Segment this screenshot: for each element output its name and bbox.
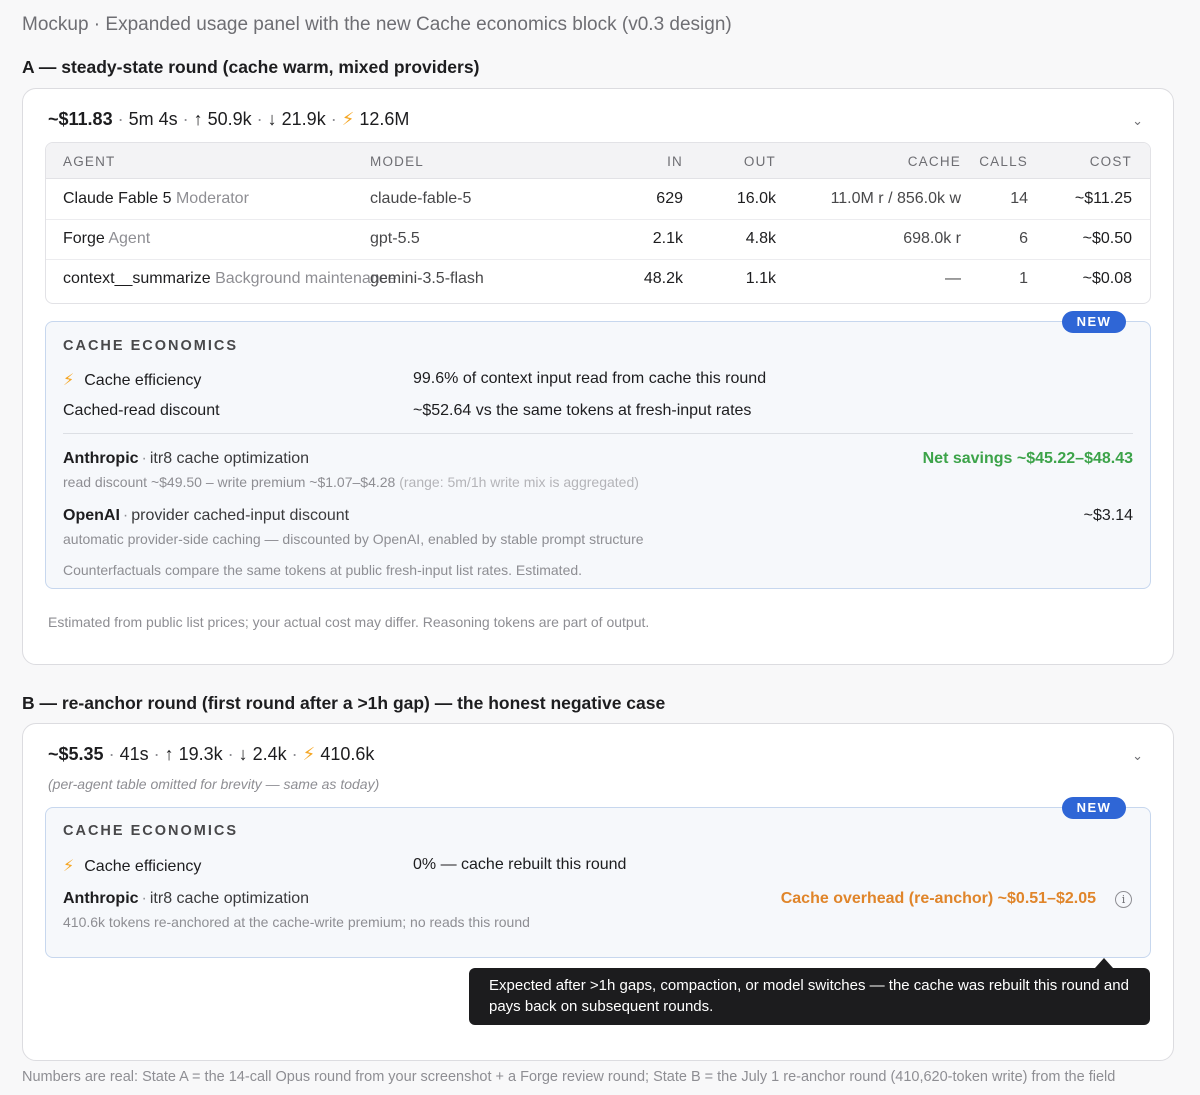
anthropic-provider: Anthropic · itr8 cache optimization [63, 890, 310, 907]
cache-economics-block: NEW CACHE ECONOMICS ⚡ Cache efficiency 99… [45, 311, 1151, 589]
cache-overhead: Cache overhead (re-anchor) ~$0.51–$2.05 [780, 890, 1096, 907]
tooltip-arrow [1095, 958, 1113, 968]
duration: 41s [119, 744, 149, 764]
cache-economics-block: NEW CACHE ECONOMICS ⚡ Cache efficiency 0%… [45, 797, 1151, 958]
total-cost: ~$5.35 [48, 744, 104, 764]
output-tokens: ↓ 2.4k [238, 744, 287, 764]
cache-value: 698.0k r [903, 230, 961, 247]
info-icon[interactable]: i [1115, 891, 1132, 908]
estimate-footnote: Estimated from public list prices; your … [48, 614, 650, 630]
anthropic-detail: read discount ~$49.50 – write premium ~$… [63, 474, 639, 490]
cache-economics-title: CACHE ECONOMICS [63, 338, 239, 354]
header-calls: CALLS [979, 154, 1028, 169]
openai-provider: OpenAI · provider cached-input discount [63, 507, 350, 524]
divider [63, 433, 1133, 434]
agent-name: context__summarize Background maintenanc… [63, 270, 397, 287]
header-cost: COST [1089, 154, 1132, 169]
table-header: AGENT MODEL IN OUT CACHE CALLS COST [46, 143, 1150, 179]
openai-discount-value: ~$3.14 [1083, 507, 1133, 524]
duration: 5m 4s [128, 109, 178, 129]
calls-value: 6 [1019, 230, 1028, 247]
in-value: 2.1k [652, 230, 683, 247]
cached-read-discount-label: Cached-read discount [63, 402, 220, 419]
bolt-icon: ⚡ [63, 858, 75, 875]
cached-read-discount-value: ~$52.64 vs the same tokens at fresh-inpu… [413, 402, 752, 419]
info-tooltip: Expected after >1h gaps, compaction, or … [469, 968, 1150, 1025]
header-agent: AGENT [63, 154, 116, 169]
input-tokens: ↑ 19.3k [164, 744, 223, 764]
section-b-title: B — re-anchor round (first round after a… [22, 693, 666, 713]
model-name: gpt-5.5 [370, 230, 420, 247]
bottom-note: Numbers are real: State A = the 14-call … [22, 1069, 1116, 1085]
usage-summary: ~$5.35 · 41s · ↑ 19.3k · ↓ 2.4k · ⚡ 410.6k [48, 744, 375, 764]
table-row: Claude Fable 5 Moderator claude-fable-5 … [46, 179, 1150, 220]
calls-value: 1 [1019, 270, 1028, 287]
chevron-down-icon[interactable]: ⌄ [1132, 113, 1143, 129]
header-model: MODEL [370, 154, 425, 169]
agent-table: AGENT MODEL IN OUT CACHE CALLS COST Clau… [45, 142, 1151, 304]
cache-efficiency-value: 99.6% of context input read from cache t… [413, 370, 767, 387]
cache-efficiency-value: 0% — cache rebuilt this round [413, 856, 627, 873]
table-row: context__summarize Background maintenanc… [46, 259, 1150, 299]
anthropic-detail: 410.6k tokens re-anchored at the cache-w… [63, 914, 530, 930]
chevron-down-icon[interactable]: ⌄ [1132, 748, 1143, 764]
page-title: Mockup · Expanded usage panel with the n… [22, 14, 732, 35]
cache-economics-title: CACHE ECONOMICS [63, 823, 239, 839]
net-savings: Net savings ~$45.22–$48.43 [922, 450, 1133, 467]
total-cost: ~$11.83 [48, 109, 113, 129]
cache-value: — [945, 270, 961, 287]
table-omitted-note: (per-agent table omitted for brevity — s… [48, 776, 380, 792]
output-tokens: ↓ 21.9k [267, 109, 326, 129]
cost-value: ~$11.25 [1074, 190, 1132, 207]
cache-value: 11.0M r / 856.0k w [830, 190, 961, 207]
model-name: gemini-3.5-flash [370, 270, 484, 287]
out-value: 16.0k [736, 190, 776, 207]
table-row: Forge Agent gpt-5.5 2.1k 4.8k 698.0k r 6… [46, 219, 1150, 260]
anthropic-provider: Anthropic · itr8 cache optimization [63, 450, 310, 467]
cache-efficiency-label: ⚡ Cache efficiency [63, 858, 202, 875]
cost-value: ~$0.50 [1082, 230, 1132, 247]
counterfactual-note: Counterfactuals compare the same tokens … [63, 562, 583, 578]
model-name: claude-fable-5 [370, 190, 472, 207]
cache-efficiency-label: ⚡ Cache efficiency [63, 372, 202, 389]
bolt-icon: ⚡ [341, 109, 355, 129]
usage-panel-a: ~$11.83 · 5m 4s · ↑ 50.9k · ↓ 21.9k · ⚡ 12.6M ⌄ … [22, 88, 1174, 665]
openai-detail: automatic provider-side caching — discou… [63, 531, 644, 547]
agent-name: Forge Agent [63, 230, 151, 247]
section-a-title: A — steady-state round (cache warm, mixe… [22, 57, 480, 77]
bolt-icon: ⚡ [63, 372, 75, 389]
out-value: 4.8k [745, 230, 776, 247]
cache-tokens: 410.6k [320, 744, 375, 764]
input-tokens: ↑ 50.9k [193, 109, 252, 129]
bolt-icon: ⚡ [302, 744, 316, 764]
in-value: 629 [656, 190, 683, 207]
agent-name: Claude Fable 5 Moderator [63, 190, 249, 207]
calls-value: 14 [1010, 190, 1028, 207]
header-cache: CACHE [907, 154, 961, 169]
new-badge: NEW [1062, 797, 1126, 819]
usage-summary: ~$11.83 · 5m 4s · ↑ 50.9k · ↓ 21.9k · ⚡ 12.6M [48, 109, 410, 129]
in-value: 48.2k [643, 270, 683, 287]
header-out: OUT [743, 154, 776, 169]
cost-value: ~$0.08 [1082, 270, 1132, 287]
new-badge: NEW [1062, 311, 1126, 333]
header-in: IN [667, 154, 683, 169]
out-value: 1.1k [745, 270, 776, 287]
cache-tokens: 12.6M [359, 109, 410, 129]
